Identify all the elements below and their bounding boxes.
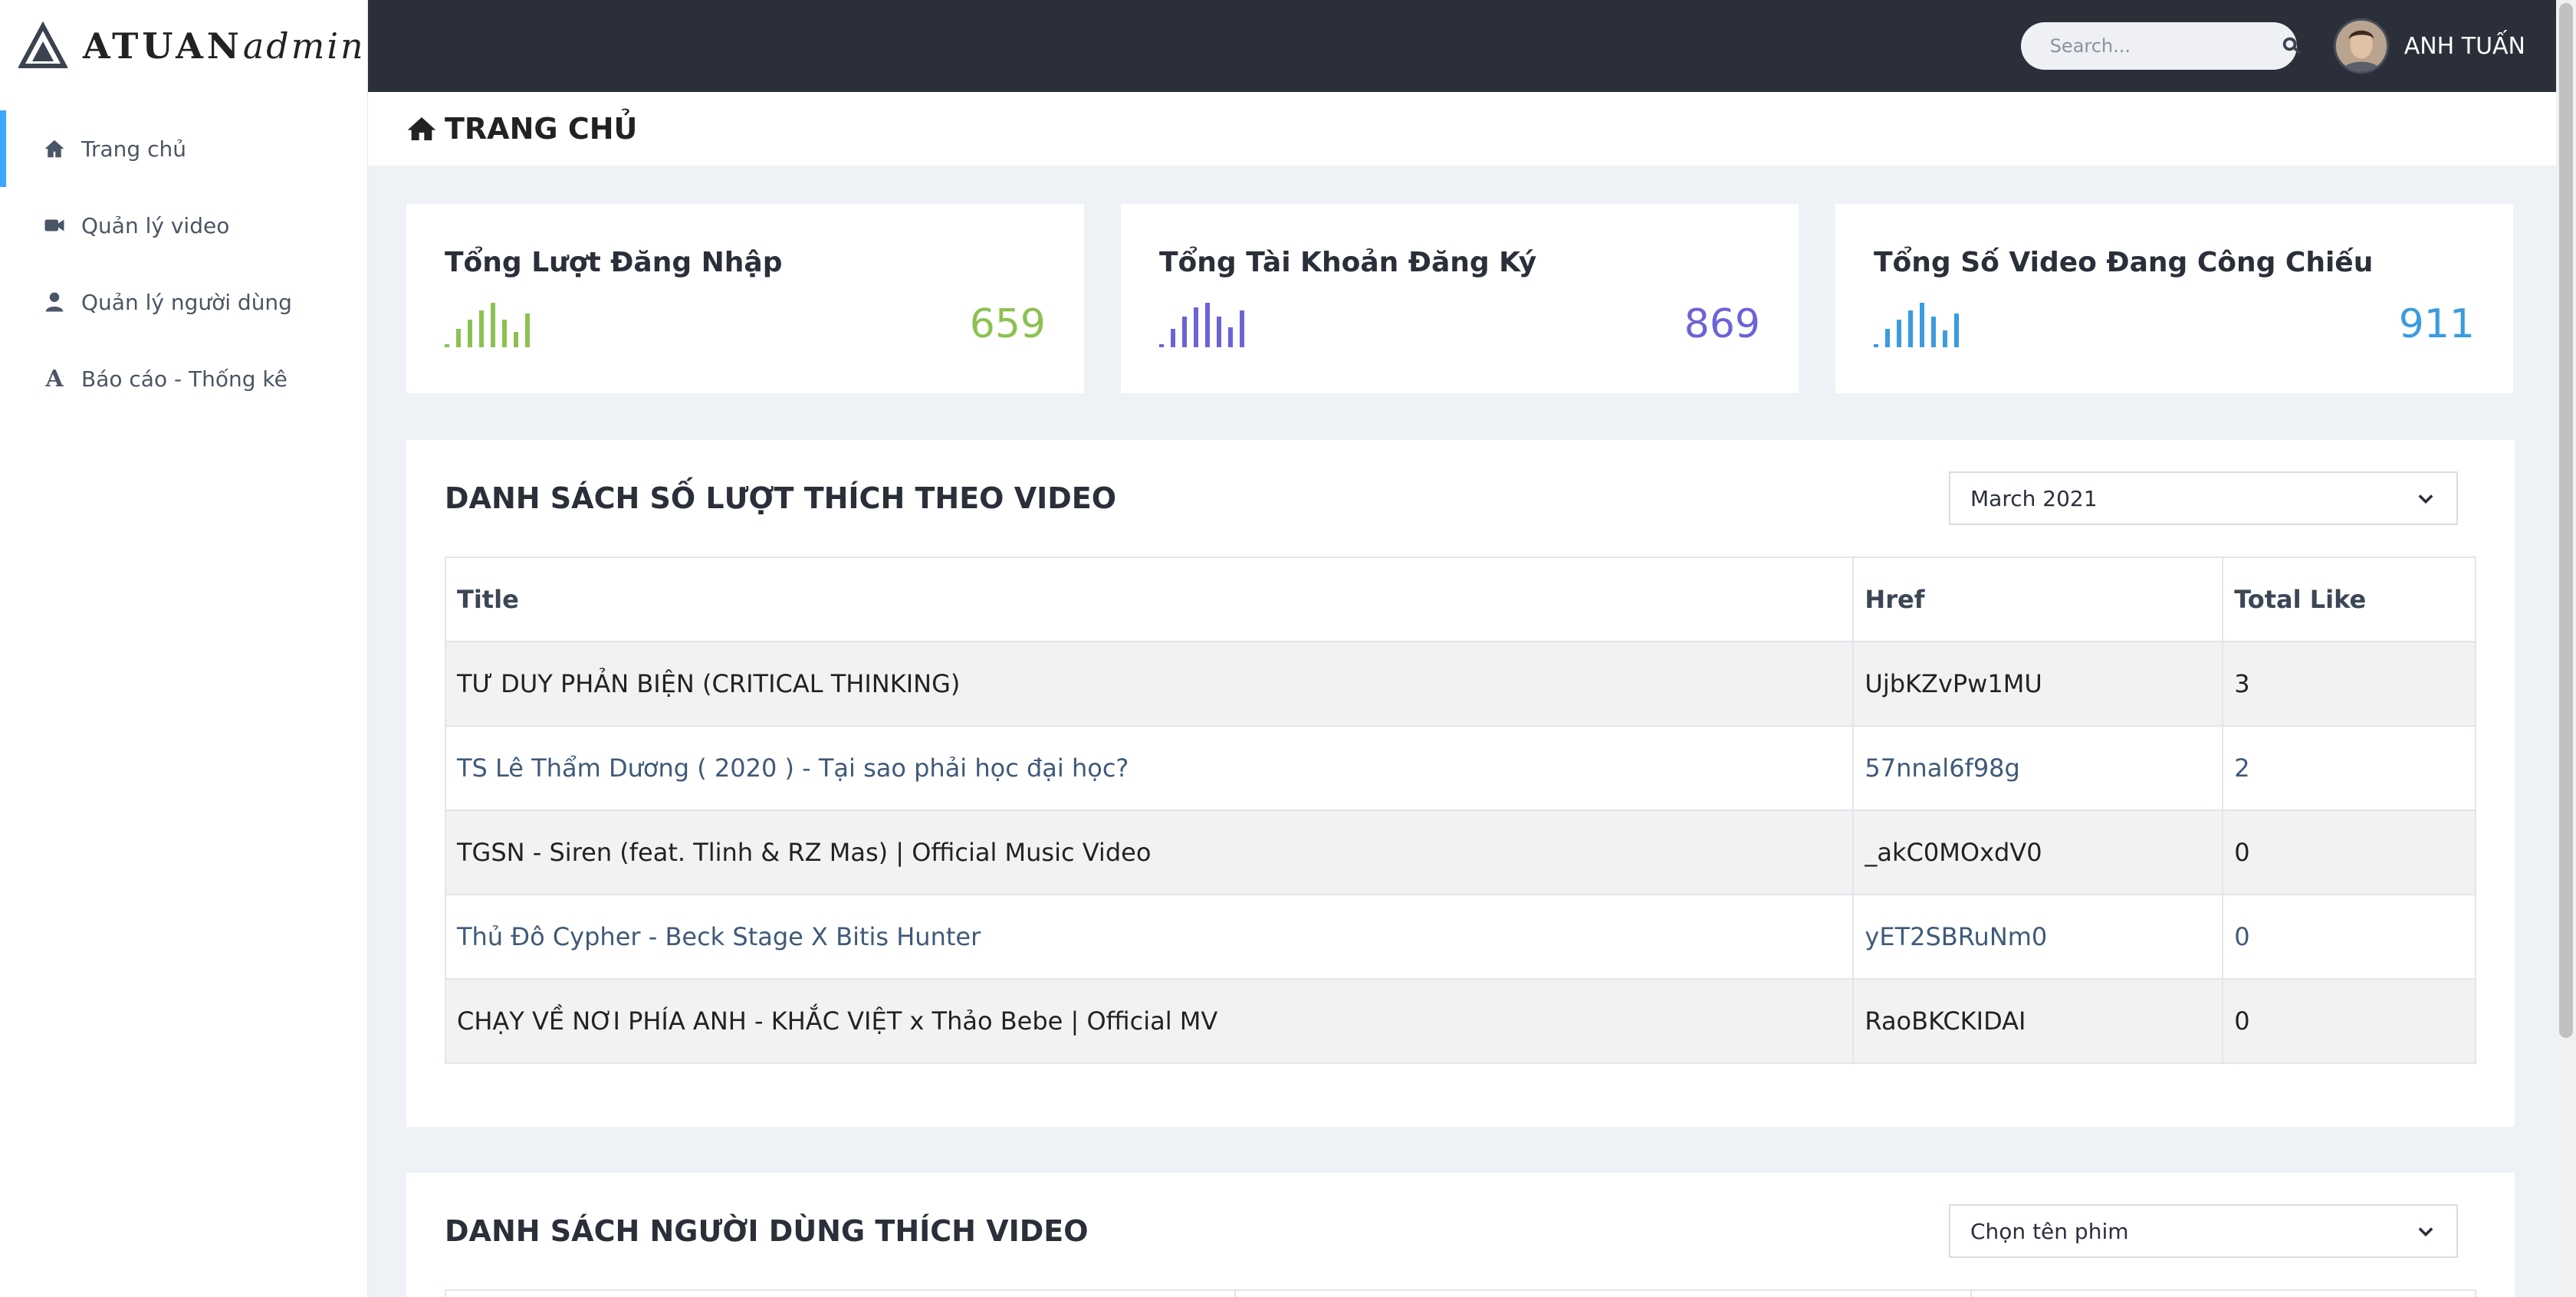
chevron-down-icon [2418,494,2433,504]
page-header: TRANG CHỦ [368,92,2556,166]
stat-value: 659 [969,301,1046,347]
panel-title: DANH SÁCH NGƯỜI DÙNG THÍCH VIDEO [445,1214,1089,1248]
users-panel: DANH SÁCH NGƯỜI DÙNG THÍCH VIDEO Chọn tê… [406,1173,2515,1297]
cell-href: UjbKZvPw1MU [1852,641,2224,727]
likes-table: Title Href Total Like TƯ DUY PHẢN BIỆN (… [444,557,2476,1064]
brand-logo-icon [18,21,67,68]
table-row[interactable]: TGSN - Siren (feat. Tlinh & RZ Mas) | Of… [444,809,2476,895]
sidebar-item-home[interactable]: Trang chủ [0,110,367,187]
user-menu[interactable]: ANH TUẤN [2333,18,2525,74]
cell-title: TƯ DUY PHẢN BIỆN (CRITICAL THINKING) [444,641,1855,727]
sparkline-chart [1874,300,1959,347]
stat-card-logins: Tổng Lượt Đăng Nhập 659 [406,204,1084,393]
movie-select[interactable]: Chọn tên phim [1949,1204,2458,1258]
stat-card-videos: Tổng Số Video Đang Công Chiếu 911 [1835,204,2513,393]
sparkline-chart [1159,300,1244,347]
search-input[interactable] [2049,35,2280,57]
cell-href: yET2SBRuNm0 [1852,894,2224,980]
home-icon [406,113,437,144]
stat-value: 869 [1684,301,1760,347]
movie-select-value: Chọn tên phim [1970,1218,2129,1244]
cell-title: CHẠY VỀ NƠI PHÍA ANH - KHẮC VIỆT x Thảo … [444,978,1855,1064]
video-icon [41,212,67,238]
sidebar: ATUANadmin Trang chủ Quản lý video Quản … [0,0,368,1297]
column-header-title[interactable]: Title [444,557,1855,642]
cell-total-like: 0 [2222,809,2476,895]
scrollbar-thumb[interactable] [2559,3,2573,1038]
font-icon: A [45,365,64,392]
sidebar-item-label: Báo cáo - Thống kê [81,366,288,392]
cell-title: TS Lê Thẩm Dương ( 2020 ) - Tại sao phải… [444,725,1855,811]
topbar: ANH TUẤN [368,0,2556,92]
sidebar-nav: Trang chủ Quản lý video Quản lý người dù… [0,110,367,417]
sidebar-item-reports[interactable]: A Báo cáo - Thống kê [0,340,367,417]
table-row[interactable]: TƯ DUY PHẢN BIỆN (CRITICAL THINKING) Ujb… [444,641,2476,727]
sidebar-item-label: Trang chủ [81,136,186,162]
cell-total-like: 2 [2222,725,2476,811]
table-row[interactable]: Thủ Đô Cypher - Beck Stage X Bitis Hunte… [444,894,2476,980]
cell-title: TGSN - Siren (feat. Tlinh & RZ Mas) | Of… [444,809,1855,895]
panel-title: DANH SÁCH SỐ LƯỢT THÍCH THEO VIDEO [445,481,1117,515]
sidebar-item-video[interactable]: Quản lý video [0,187,367,264]
month-select[interactable]: March 2021 [1949,471,2458,525]
search-icon[interactable] [2280,34,2303,57]
user-name[interactable]: ANH TUẤN [2404,33,2525,60]
cell-href: RaoBKCKIDAI [1852,978,2224,1064]
stat-label: Tổng Số Video Đang Công Chiếu [1874,247,2374,278]
home-icon [41,136,67,162]
chevron-down-icon [2418,1227,2433,1237]
sidebar-item-users[interactable]: Quản lý người dùng [0,264,367,340]
likes-panel: DANH SÁCH SỐ LƯỢT THÍCH THEO VIDEO March… [406,440,2515,1127]
cell-href: 57nnal6f98g [1852,725,2224,811]
sidebar-item-label: Quản lý người dùng [81,289,292,315]
user-icon [41,289,67,315]
brand[interactable]: ATUANadmin [0,0,367,92]
cell-title: Thủ Đô Cypher - Beck Stage X Bitis Hunte… [444,894,1855,980]
stat-card-accounts: Tổng Tài Khoản Đăng Ký 869 [1121,204,1799,393]
stat-label: Tổng Tài Khoản Đăng Ký [1159,247,1537,278]
column-header-href[interactable]: Href [1852,557,2224,642]
column-header-total-like[interactable]: Total Like [2222,557,2476,642]
month-select-value: March 2021 [1970,485,2098,511]
avatar[interactable] [2333,18,2389,74]
cell-total-like: 0 [2222,978,2476,1064]
search-box[interactable] [2020,22,2302,70]
cell-href: _akC0MOxdV0 [1852,809,2224,895]
users-table [445,1289,2476,1297]
table-row[interactable]: TS Lê Thẩm Dương ( 2020 ) - Tại sao phải… [444,725,2476,811]
table-row[interactable]: CHẠY VỀ NƠI PHÍA ANH - KHẮC VIỆT x Thảo … [444,978,2476,1064]
scrollbar-track[interactable] [2556,0,2576,1297]
stat-value: 911 [2398,301,2475,347]
cell-total-like: 0 [2222,894,2476,980]
page-title: TRANG CHỦ [445,112,638,146]
sidebar-item-label: Quản lý video [81,212,230,238]
stat-label: Tổng Lượt Đăng Nhập [445,247,783,278]
cell-total-like: 3 [2222,641,2476,727]
brand-name: ATUANadmin [83,25,366,67]
sparkline-chart [445,300,530,347]
